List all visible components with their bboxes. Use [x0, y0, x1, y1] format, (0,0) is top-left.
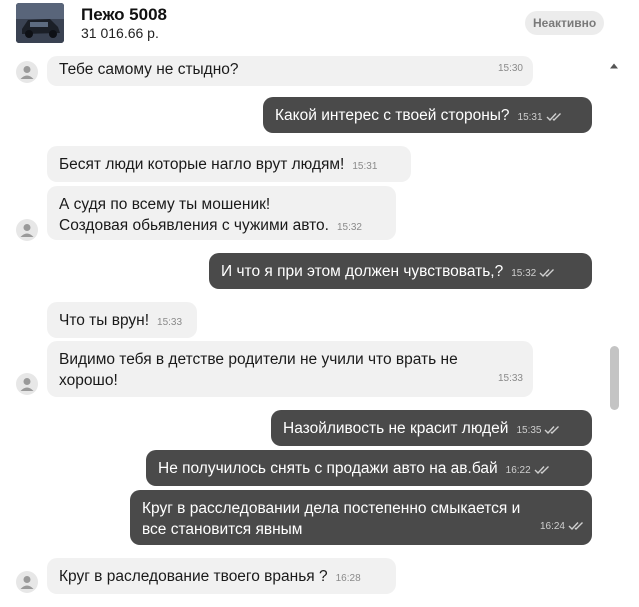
message-text: А судя по всему ты мошеник!: [59, 196, 271, 213]
listing-price: 31 016.66 р.: [81, 25, 159, 41]
message-text: Бесят люди которые нагло врут людям!: [59, 156, 345, 173]
double-check-icon: [544, 426, 560, 435]
message-time: 15:35: [516, 425, 542, 436]
message-time: 16:28: [335, 573, 361, 584]
incoming-message: Что ты врун! 15:33: [47, 302, 197, 338]
chat-header: Пежо 5008 31 016.66 р. Неактивно: [0, 0, 639, 50]
outgoing-message: Назойливость не красит людей 15:35: [271, 410, 592, 446]
car-thumbnail[interactable]: [16, 3, 64, 43]
incoming-message: Тебе самому не стыдно? 15:30: [47, 56, 533, 86]
message-time: 15:30: [497, 63, 523, 74]
message-text: Тебе самому не стыдно?: [59, 61, 239, 78]
incoming-message: Бесят люди которые нагло врут людям! 15:3…: [47, 146, 411, 182]
scrollbar-thumb[interactable]: [610, 346, 619, 410]
message-text: И что я при этом должен чувствовать,?: [221, 263, 504, 280]
outgoing-message: Какой интерес с твоей стороны? 15:31: [263, 97, 592, 133]
message-time: 15:31: [352, 161, 378, 172]
incoming-message: Видимо тебя в детстве родители не учили …: [47, 341, 533, 397]
scroll-up-arrow-icon[interactable]: [609, 58, 619, 69]
double-check-icon: [546, 113, 561, 122]
outgoing-message: И что я при этом должен чувствовать,? 15:…: [209, 253, 592, 289]
user-avatar-icon: [16, 61, 38, 83]
double-check-icon: [568, 522, 583, 531]
incoming-message: А судя по всему ты мошеник! Создовая обь…: [47, 186, 396, 240]
listing-title[interactable]: Пежо 5008: [81, 5, 167, 25]
message-time: 15:31: [517, 112, 543, 123]
message-text: Создовая обьявления с чужими авто.: [59, 217, 329, 234]
message-text: Что ты врун!: [59, 312, 150, 329]
message-text: Круг в раследование твоего вранья ?: [59, 568, 328, 585]
double-check-icon: [539, 269, 555, 278]
message-text: все становится явным: [142, 521, 303, 538]
double-check-icon: [534, 466, 549, 475]
message-time: 16:24: [539, 521, 565, 532]
message-text: Какой интерес с твоей стороны?: [275, 107, 510, 124]
message-text: хорошо!: [59, 372, 118, 389]
user-avatar-icon: [16, 571, 38, 593]
status-badge: Неактивно: [525, 11, 605, 35]
message-time: 15:32: [336, 222, 362, 233]
message-text: Круг в расследовании дела постепенно смы…: [142, 500, 521, 517]
message-text: Назойливость не красит людей: [283, 420, 509, 437]
message-time: 16:22: [505, 465, 531, 476]
user-avatar-icon: [16, 219, 38, 241]
message-time-wrapper: 16:24: [540, 516, 584, 537]
outgoing-message: Не получилось снять с продажи авто на ав…: [146, 450, 592, 486]
message-text: Видимо тебя в детстве родители не учили …: [59, 351, 458, 368]
message-time: 15:33: [497, 373, 523, 384]
outgoing-message: Круг в расследовании дела постепенно смы…: [130, 490, 592, 545]
user-avatar-icon: [16, 373, 38, 395]
message-text: Не получилось снять с продажи авто на ав…: [158, 460, 498, 477]
incoming-message: Круг в раследование твоего вранья ? 16:28: [47, 558, 396, 594]
message-time: 15:33: [157, 317, 183, 328]
message-time: 15:32: [511, 268, 537, 279]
